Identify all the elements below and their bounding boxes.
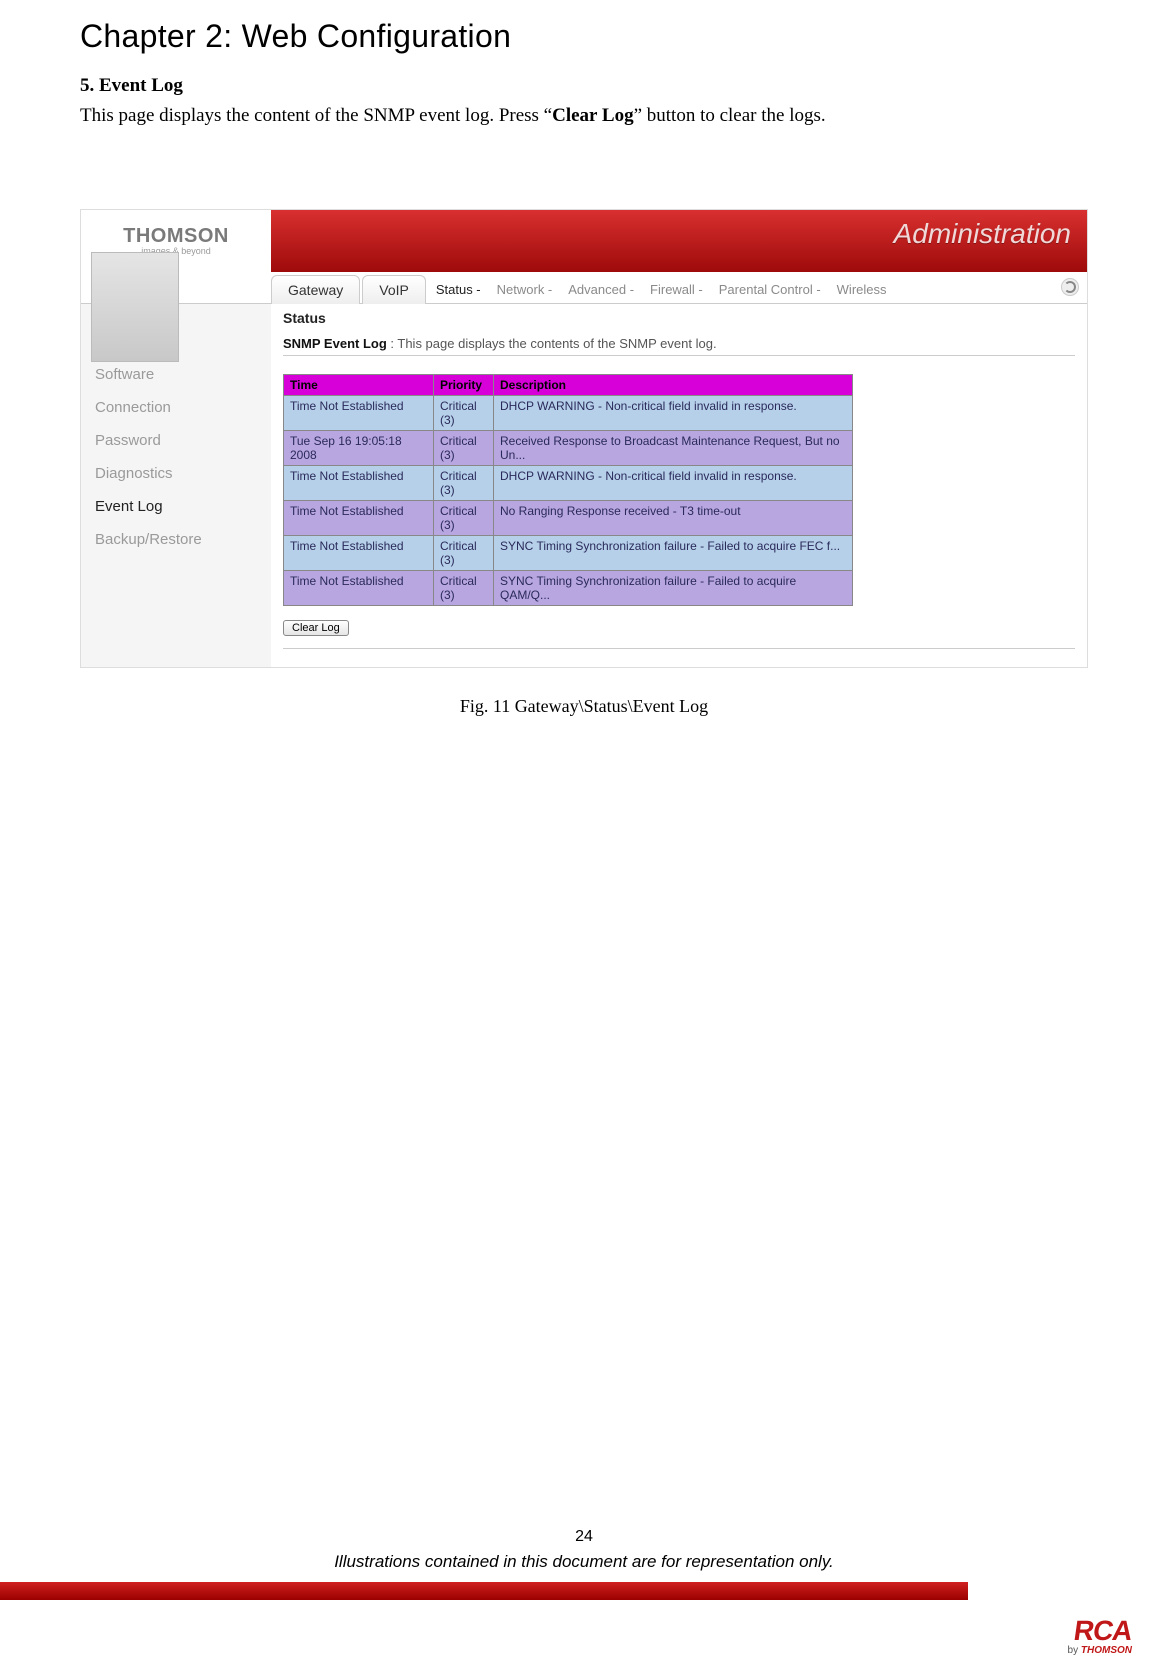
footer-disclaimer: Illustrations contained in this document…	[0, 1552, 1168, 1572]
cell-desc: DHCP WARNING - Non-critical field invali…	[494, 465, 853, 500]
subnav-wireless[interactable]: Wireless	[829, 276, 895, 303]
col-priority: Priority	[434, 374, 494, 395]
avatar-image	[91, 252, 179, 362]
section-title: 5. Event Log	[80, 75, 1088, 97]
cell-time: Time Not Established	[284, 395, 434, 430]
main-panel: Status SNMP Event Log : This page displa…	[271, 304, 1087, 667]
cell-desc: No Ranging Response received - T3 time-o…	[494, 500, 853, 535]
event-log-table: Time Priority Description Time Not Estab…	[283, 374, 853, 606]
sidebar-item-event-log[interactable]: Event Log	[81, 490, 271, 523]
section-body-post: ” button to clear the logs.	[634, 105, 826, 126]
section-body-pre: This page displays the content of the SN…	[80, 105, 552, 126]
sidebar-item-password[interactable]: Password	[81, 424, 271, 457]
brand-logo-title: THOMSON	[123, 225, 229, 248]
banner-title: Administration	[894, 218, 1071, 250]
cell-desc: Received Response to Broadcast Maintenan…	[494, 430, 853, 465]
footer-logo: RCA by THOMSON	[1068, 1615, 1132, 1656]
cell-time: Tue Sep 16 19:05:18 2008	[284, 430, 434, 465]
status-heading: Status	[283, 310, 1075, 326]
cell-time: Time Not Established	[284, 570, 434, 605]
rca-logo: RCA	[1068, 1615, 1132, 1647]
sidebar-item-software[interactable]: Software	[81, 358, 271, 391]
cell-priority: Critical (3)	[434, 430, 494, 465]
tab-gateway[interactable]: Gateway	[271, 275, 360, 304]
snmp-colon: :	[387, 336, 398, 351]
footer-red-stripe	[0, 1582, 968, 1600]
table-row: Tue Sep 16 19:05:18 2008Critical (3) Rec…	[284, 430, 853, 465]
rca-logo-text: RCA	[1072, 1615, 1134, 1647]
chapter-title: Chapter 2: Web Configuration	[80, 18, 1088, 55]
header-bar: THOMSON images & beyond Administration	[81, 210, 1087, 272]
cell-time: Time Not Established	[284, 465, 434, 500]
cell-priority: Critical (3)	[434, 395, 494, 430]
subnav-status[interactable]: Status -	[428, 276, 489, 303]
snmp-text: This page displays the contents of the S…	[397, 336, 716, 351]
table-row: Time Not EstablishedCritical (3) No Rang…	[284, 500, 853, 535]
sidebar-item-connection[interactable]: Connection	[81, 391, 271, 424]
sidebar: Software Connection Password Diagnostics…	[81, 304, 271, 667]
section-body: This page displays the content of the SN…	[80, 103, 1088, 129]
cell-desc: SYNC Timing Synchronization failure - Fa…	[494, 570, 853, 605]
divider-bottom	[283, 648, 1075, 649]
footer-bar	[0, 1582, 1168, 1622]
figure-caption: Fig. 11 Gateway\Status\Event Log	[80, 696, 1088, 717]
cell-desc: DHCP WARNING - Non-critical field invali…	[494, 395, 853, 430]
snmp-description: SNMP Event Log : This page displays the …	[283, 336, 1075, 351]
sidebar-item-backup-restore[interactable]: Backup/Restore	[81, 523, 271, 556]
section-body-bold: Clear Log	[552, 105, 633, 126]
table-row: Time Not EstablishedCritical (3) SYNC Ti…	[284, 535, 853, 570]
subnav-parental-control[interactable]: Parental Control -	[711, 276, 829, 303]
gateway-admin-screenshot: THOMSON images & beyond Administration G…	[80, 209, 1088, 668]
page-number: 24	[0, 1528, 1168, 1546]
col-description: Description	[494, 374, 853, 395]
clear-log-button[interactable]: Clear Log	[283, 620, 349, 636]
snmp-label: SNMP Event Log	[283, 336, 387, 351]
cell-priority: Critical (3)	[434, 500, 494, 535]
cell-priority: Critical (3)	[434, 465, 494, 500]
sidebar-item-diagnostics[interactable]: Diagnostics	[81, 457, 271, 490]
subnav-network[interactable]: Network -	[489, 276, 561, 303]
cell-time: Time Not Established	[284, 535, 434, 570]
subnav-firewall[interactable]: Firewall -	[642, 276, 711, 303]
cell-desc: SYNC Timing Synchronization failure - Fa…	[494, 535, 853, 570]
col-time: Time	[284, 374, 434, 395]
table-header-row: Time Priority Description	[284, 374, 853, 395]
refresh-icon[interactable]	[1061, 278, 1079, 296]
table-row: Time Not EstablishedCritical (3) SYNC Ti…	[284, 570, 853, 605]
table-row: Time Not EstablishedCritical (3) DHCP WA…	[284, 395, 853, 430]
tab-bar: Gateway VoIP Status - Network - Advanced…	[81, 272, 1087, 304]
cell-time: Time Not Established	[284, 500, 434, 535]
subnav-advanced[interactable]: Advanced -	[560, 276, 642, 303]
cell-priority: Critical (3)	[434, 570, 494, 605]
cell-priority: Critical (3)	[434, 535, 494, 570]
table-row: Time Not EstablishedCritical (3) DHCP WA…	[284, 465, 853, 500]
tab-voip[interactable]: VoIP	[362, 275, 426, 304]
divider	[283, 355, 1075, 356]
